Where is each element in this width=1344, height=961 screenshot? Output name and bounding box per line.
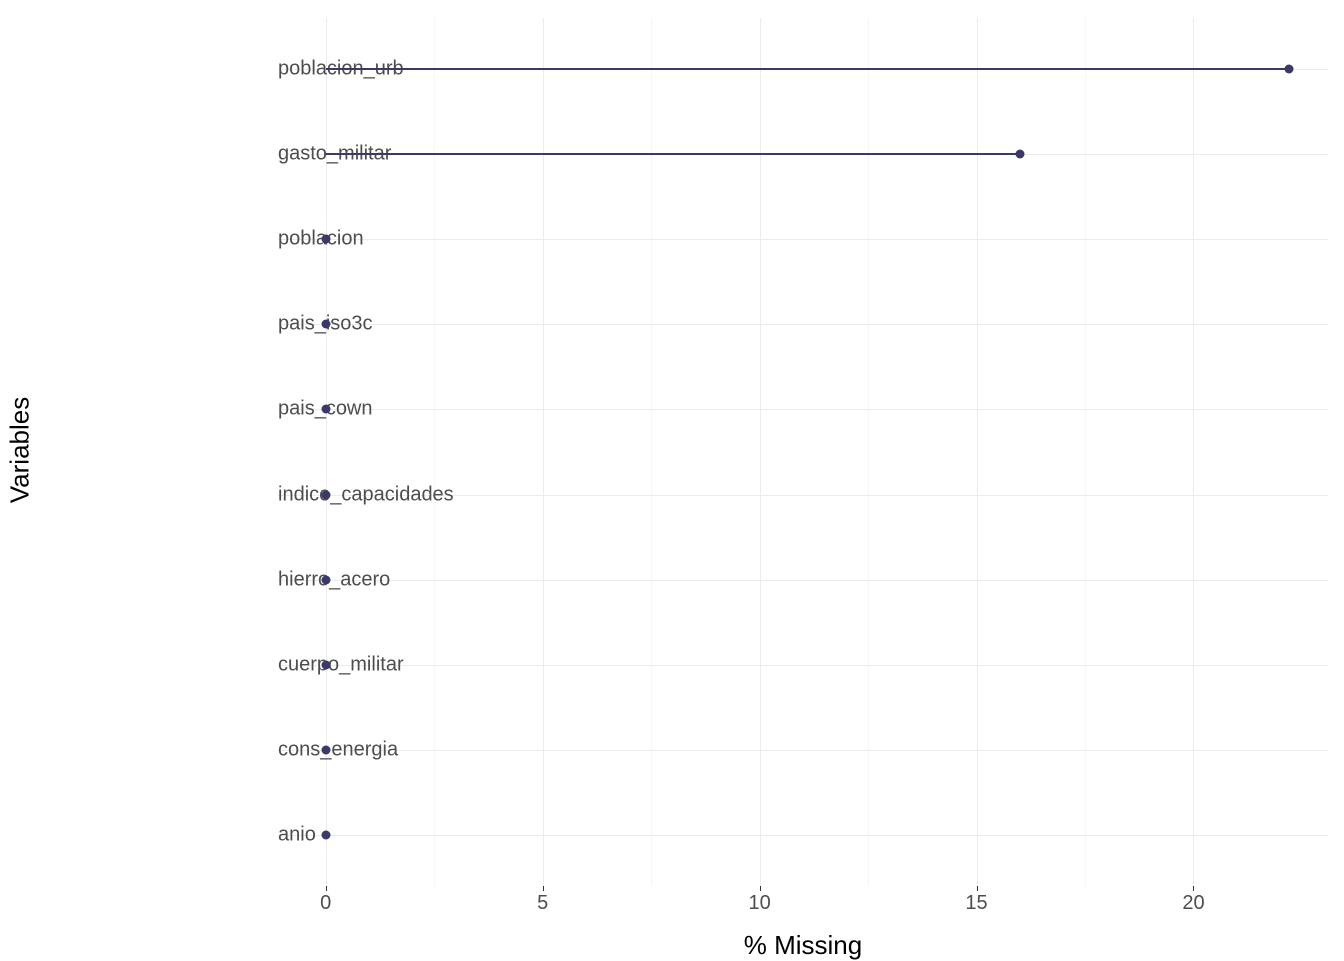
gridline-minor (868, 18, 869, 886)
lollipop-point (321, 490, 330, 499)
lollipop-point (1015, 150, 1024, 159)
gridline-major (977, 18, 978, 886)
lollipop-point (321, 320, 330, 329)
gridline-h (278, 409, 1328, 410)
lollipop-point (321, 575, 330, 584)
y-tick-label: anio (278, 823, 286, 846)
y-tick-label: pais_cown (278, 398, 286, 421)
lollipop-point (321, 405, 330, 414)
x-tick-label: 10 (748, 886, 770, 915)
gridline-major (543, 18, 544, 886)
lollipop-point (321, 660, 330, 669)
plot-area: 05101520poblacion_urbgasto_militarpoblac… (278, 18, 1328, 886)
x-tick-label: 20 (1182, 886, 1204, 915)
y-tick-label: gasto_militar (278, 143, 286, 166)
lollipop-stem (326, 68, 1289, 70)
gridline-major (1193, 18, 1194, 886)
x-tick-label: 5 (537, 886, 548, 915)
y-tick-label: hierro_acero (278, 568, 286, 591)
y-tick-label: poblacion_urb (278, 58, 286, 81)
lollipop-stem (326, 153, 1020, 155)
gridline-minor (1085, 18, 1086, 886)
x-tick-label: 0 (320, 886, 331, 915)
y-tick-label: indice_capacidades (278, 483, 286, 506)
x-axis-title: % Missing (278, 930, 1328, 961)
x-tick-label: 15 (965, 886, 987, 915)
y-tick-label: poblacion (278, 228, 286, 251)
lollipop-point (321, 745, 330, 754)
gridline-major (760, 18, 761, 886)
gridline-h (278, 665, 1328, 666)
lollipop-point (321, 830, 330, 839)
y-tick-label: pais_iso3c (278, 313, 286, 336)
gridline-h (278, 835, 1328, 836)
missingness-lollipop-chart: Variables 0 5 10 15 20 poblacion_urb gasto_mil… (0, 0, 1344, 960)
gridline-h (278, 580, 1328, 581)
gridline-minor (434, 18, 435, 886)
gridline-h (278, 750, 1328, 751)
gridline-h (278, 239, 1328, 240)
y-tick-label: cuerpo_militar (278, 653, 286, 676)
lollipop-point (321, 235, 330, 244)
gridline-h (278, 324, 1328, 325)
gridline-minor (651, 18, 652, 886)
y-axis-title-wrap: Variables (0, 0, 40, 900)
lollipop-point (1284, 65, 1293, 74)
y-tick-label: cons_energia (278, 738, 286, 761)
y-axis-title: Variables (5, 397, 36, 503)
